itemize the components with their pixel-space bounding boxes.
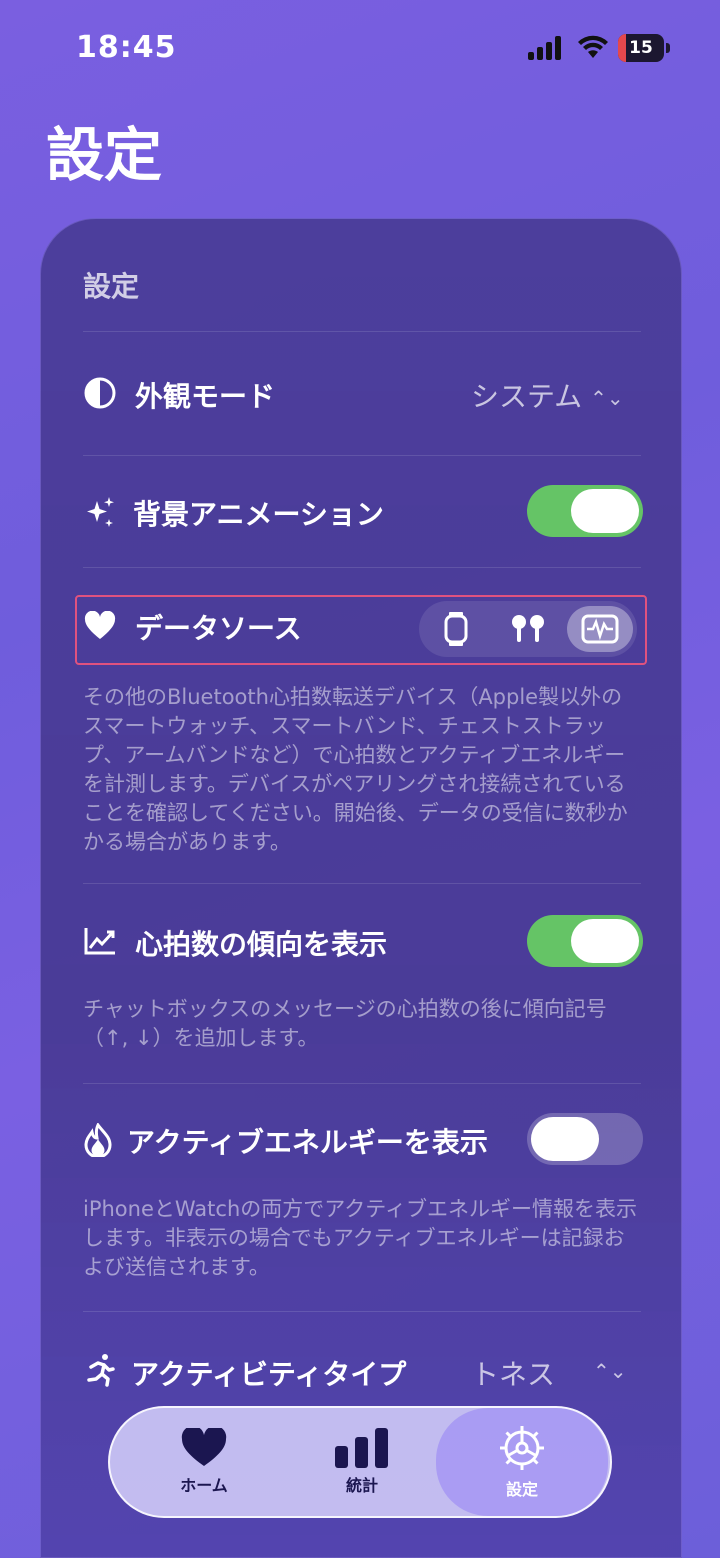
status-bar: 18:45 15: [0, 0, 720, 100]
watch-icon[interactable]: [423, 606, 489, 652]
active-energy-description: iPhoneとWatchの両方でアクティブエネルギー情報を表示します。非表示の場…: [83, 1197, 637, 1279]
data-source-description: その他のBluetooth心拍数転送デバイス（Apple製以外のスマートウォッチ…: [83, 685, 628, 854]
tab-bar: ホーム 統計 設定: [108, 1406, 612, 1518]
page-title: 設定: [46, 121, 163, 189]
heart-icon: [83, 609, 117, 643]
divider: [83, 567, 641, 568]
tab-settings[interactable]: 設定: [436, 1408, 608, 1516]
battery-indicator: 15: [618, 34, 670, 62]
status-time: 18:45: [76, 30, 177, 65]
heart-icon: [181, 1428, 227, 1466]
appearance-value: システム: [471, 380, 583, 413]
activity-type-label: アクティビティタイプ: [131, 1358, 407, 1391]
heart-trend-label: 心拍数の傾向を表示: [135, 928, 388, 961]
chevron-updown-icon: ⌃⌄: [590, 386, 624, 410]
tab-home-label: ホーム: [180, 1476, 228, 1495]
bar-chart-icon: [335, 1428, 388, 1468]
data-source-segmented-control[interactable]: [419, 601, 637, 657]
wifi-icon: [578, 35, 608, 58]
gear-icon: [500, 1426, 544, 1470]
background-animation-toggle[interactable]: [527, 485, 643, 537]
active-energy-toggle[interactable]: [527, 1113, 643, 1165]
running-figure-icon: [83, 1353, 117, 1387]
tab-home[interactable]: ホーム: [124, 1408, 284, 1516]
heart-trend-description: チャットボックスのメッセージの心拍数の後に傾向記号（↑, ↓）を追加します。: [83, 997, 607, 1050]
cellular-signal-icon: [528, 36, 564, 60]
heart-monitor-icon[interactable]: [567, 606, 633, 652]
trend-chart-icon: [83, 924, 117, 958]
flame-icon: [81, 1123, 115, 1157]
tab-settings-label: 設定: [505, 1480, 538, 1499]
half-circle-icon: [83, 376, 117, 410]
activity-type-picker[interactable]: トネス: [471, 1353, 555, 1393]
airpods-icon[interactable]: [495, 606, 561, 652]
settings-card: 設定 外観モード システム⌃⌄ 背景アニメーション データソース その他のBl: [40, 218, 682, 1558]
divider: [83, 1083, 641, 1084]
card-title: 設定: [83, 270, 140, 303]
divider: [83, 331, 641, 332]
appearance-label: 外観モード: [135, 380, 276, 413]
battery-level: 15: [629, 38, 653, 58]
chevron-updown-icon[interactable]: ⌃⌄: [593, 1353, 627, 1386]
sparkles-icon: [83, 495, 117, 529]
data-source-label: データソース: [135, 612, 302, 645]
background-animation-label: 背景アニメーション: [133, 498, 384, 531]
active-energy-label: アクティブエネルギーを表示: [127, 1126, 488, 1159]
divider: [83, 455, 641, 456]
tab-stats-label: 統計: [345, 1476, 378, 1495]
divider: [83, 1311, 641, 1312]
activity-type-value: トネス: [471, 1358, 556, 1391]
divider: [83, 883, 641, 884]
heart-trend-toggle[interactable]: [527, 915, 643, 967]
tab-stats[interactable]: 統計: [282, 1408, 442, 1516]
appearance-picker[interactable]: システム ⌃⌄: [471, 375, 624, 415]
